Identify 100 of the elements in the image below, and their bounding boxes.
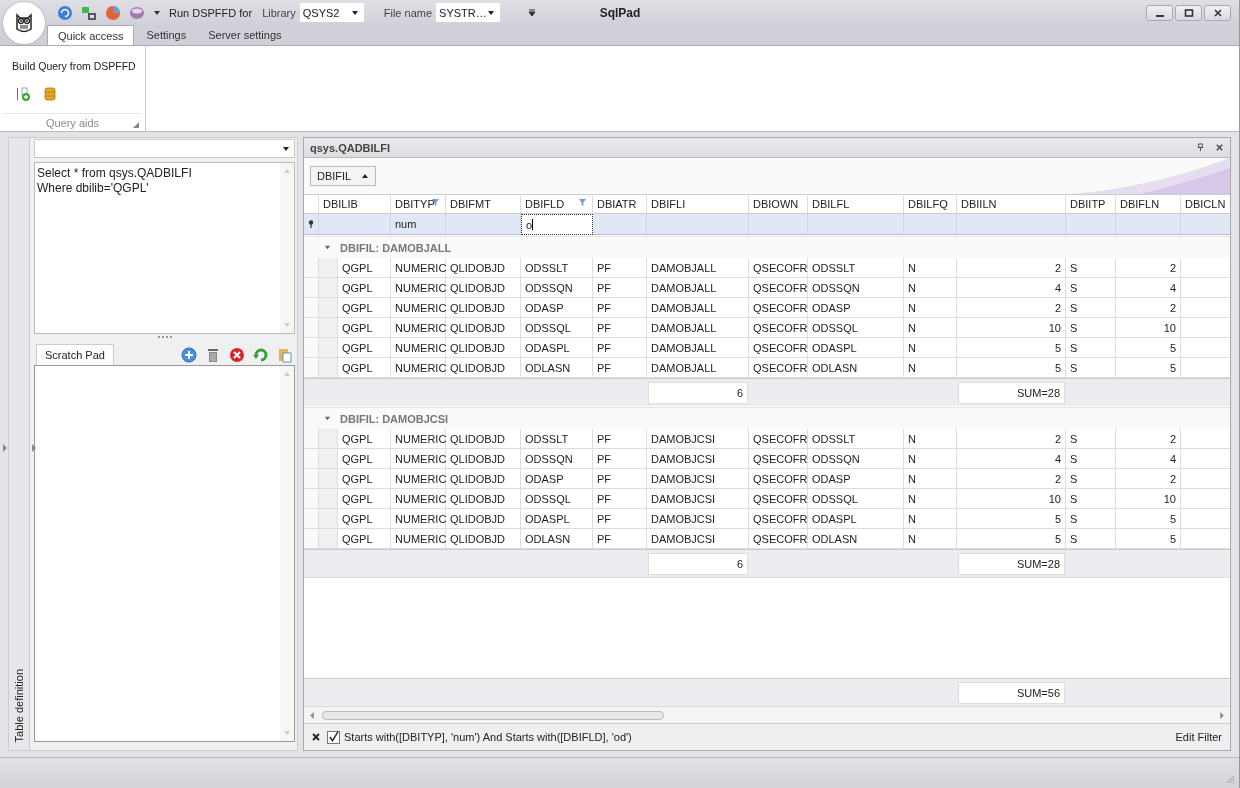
table-cell: ODSSQL — [521, 489, 593, 509]
filter-cell[interactable] — [647, 214, 749, 235]
column-header[interactable]: DBILFQ — [904, 194, 957, 214]
customize-toolbar-icon[interactable] — [528, 8, 537, 17]
filter-cell[interactable] — [904, 214, 957, 235]
expand-caret-icon[interactable] — [324, 415, 331, 422]
dropdown-caret-icon[interactable] — [153, 8, 161, 17]
dropdown-arrow-icon[interactable] — [282, 144, 290, 153]
group-row[interactable]: DBIFIL: DAMOBJALL — [304, 236, 1230, 258]
group-row[interactable]: DBIFIL: DAMOBJCSI — [304, 407, 1230, 429]
column-header[interactable]: DBIILN — [957, 194, 1066, 214]
footer-cell — [304, 678, 319, 706]
sphere-icon[interactable] — [129, 4, 145, 21]
close-icon[interactable] — [1215, 143, 1224, 152]
vertical-scrollbar[interactable] — [280, 366, 294, 741]
scroll-right-icon[interactable] — [1220, 711, 1224, 719]
table-cell: DAMOBJCSI — [647, 489, 749, 509]
library-label: Library — [262, 6, 296, 19]
column-header[interactable]: DBIFLI — [647, 194, 749, 214]
library-combo[interactable]: QSYS2 — [299, 3, 364, 22]
connection-icon[interactable] — [81, 4, 97, 21]
column-header[interactable]: DBIATR — [593, 194, 647, 214]
scratch-pad-tab[interactable]: Scratch Pad — [36, 344, 114, 365]
document-add-icon[interactable] — [16, 86, 32, 102]
table-cell: QLIDOBJD — [446, 338, 521, 358]
size-grip-icon[interactable] — [1225, 774, 1235, 784]
dialog-launcher-icon[interactable] — [133, 122, 139, 128]
maximize-icon — [1183, 7, 1194, 18]
trash-icon[interactable] — [205, 347, 221, 363]
column-header[interactable]: DBIOWN — [749, 194, 808, 214]
column-header[interactable]: DBILFL — [808, 194, 904, 214]
dropdown-arrow-icon[interactable] — [487, 8, 496, 17]
filter-cell[interactable] — [446, 214, 521, 235]
filter-cell[interactable] — [1116, 214, 1181, 235]
file-name-combo[interactable]: SYSTR… — [436, 3, 501, 22]
filter-cell[interactable] — [1066, 214, 1116, 235]
app-logo[interactable] — [3, 2, 45, 44]
table-cell: QGPL — [338, 318, 391, 338]
query-editor[interactable]: Select * from qsys.QADBILFI Where dbilib='QGPL' — [34, 162, 295, 334]
table-cell: NUMERIC — [391, 298, 446, 318]
table-cell: NUMERIC — [391, 338, 446, 358]
refresh-icon[interactable] — [253, 347, 269, 363]
table-cell: ODASP — [808, 469, 904, 489]
group-indent — [319, 358, 338, 378]
expand-arrow-icon[interactable] — [3, 444, 7, 452]
file-name-value: SYSTR… — [439, 6, 487, 19]
column-header[interactable]: DBIFMT — [446, 194, 521, 214]
paste-icon[interactable] — [277, 347, 293, 363]
filter-cell[interactable] — [1181, 214, 1230, 235]
filter-cell[interactable] — [319, 214, 391, 235]
filter-expression[interactable]: Starts with([DBITYP], 'num') And Starts with([DBIFLD], 'od') — [344, 731, 632, 743]
filter-cell[interactable]: num — [391, 214, 446, 235]
filter-cell[interactable] — [957, 214, 1066, 235]
panel-title: qsys.QADBILFI — [310, 141, 392, 154]
ribbon-tab[interactable]: Quick access — [47, 25, 135, 46]
table-definition-tab[interactable]: Table definition — [13, 668, 25, 742]
table-cell: N — [904, 298, 957, 318]
pin-icon[interactable] — [1196, 143, 1205, 152]
table-cell: QGPL — [338, 509, 391, 529]
column-header[interactable]: DBIITP — [1066, 194, 1116, 214]
maximize-button[interactable] — [1175, 4, 1202, 21]
minimize-button[interactable] — [1146, 4, 1173, 21]
table-cell: DAMOBJALL — [647, 298, 749, 318]
column-header[interactable]: DBITYP — [391, 194, 446, 214]
scroll-left-icon[interactable] — [310, 711, 314, 719]
group-by-chip[interactable]: DBIFIL — [310, 166, 377, 186]
filter-checkbox[interactable] — [327, 730, 340, 744]
column-header[interactable]: DBILIB — [319, 194, 391, 214]
ribbon-tab[interactable]: Server settings — [198, 25, 292, 45]
close-button[interactable] — [1204, 4, 1231, 21]
filter-cell[interactable] — [749, 214, 808, 235]
table-cell: QSECOFR — [749, 509, 808, 529]
expand-caret-icon[interactable] — [324, 244, 331, 251]
table-cell: ODSSQN — [808, 449, 904, 469]
table-cell: PF — [593, 298, 647, 318]
expand-arrow-icon[interactable] — [32, 444, 36, 452]
dropdown-arrow-icon[interactable] — [350, 8, 359, 17]
edit-filter-link[interactable]: Edit Filter — [1175, 731, 1222, 743]
group-indent — [319, 529, 338, 549]
vertical-scrollbar[interactable] — [280, 163, 294, 333]
run-dspffd-label: Run DSPFFD for — [169, 6, 253, 19]
clear-filter-icon[interactable] — [312, 733, 320, 741]
footer-cell — [1181, 549, 1230, 577]
filter-cell[interactable]: o — [521, 214, 593, 235]
pie-chart-icon[interactable] — [105, 4, 121, 21]
table-cell: ODASPL — [521, 338, 593, 358]
refresh-icon[interactable] — [57, 4, 73, 21]
column-header[interactable]: DBIFLD — [521, 194, 593, 214]
column-header[interactable]: DBICLN — [1181, 194, 1230, 214]
table-cell: 2 — [1116, 429, 1181, 449]
database-icon[interactable] — [42, 86, 58, 102]
column-header[interactable]: DBIFLN — [1116, 194, 1181, 214]
delete-icon[interactable] — [229, 347, 245, 363]
horizontal-scrollbar[interactable] — [304, 706, 1230, 723]
filter-cell[interactable] — [593, 214, 647, 235]
table-cell: 2 — [1116, 258, 1181, 278]
add-icon[interactable] — [181, 347, 197, 363]
scrollbar-thumb[interactable] — [322, 710, 664, 720]
filter-cell[interactable] — [808, 214, 904, 235]
ribbon-tab[interactable]: Settings — [136, 25, 197, 45]
